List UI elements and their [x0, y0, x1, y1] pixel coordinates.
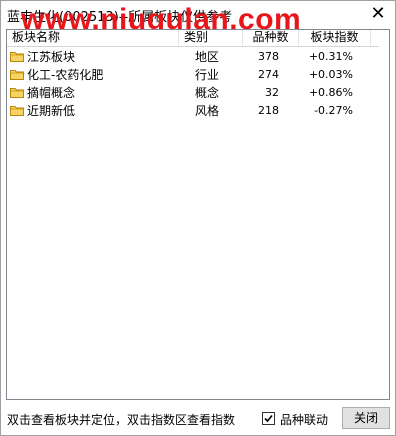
board-index-change: +0.31%: [308, 50, 353, 63]
table-row[interactable]: 江苏板块 地区 378 +0.31%: [7, 48, 379, 66]
close-button[interactable]: 关闭: [342, 407, 390, 429]
board-type: 行业: [195, 68, 220, 82]
board-name: 江苏板块: [27, 50, 76, 64]
linkage-checkbox[interactable]: [262, 412, 275, 425]
column-header-type[interactable]: 类别: [179, 30, 243, 46]
board-type: 地区: [195, 50, 220, 64]
folder-icon: [10, 88, 24, 98]
board-name: 摘帽概念: [27, 86, 76, 100]
dialog-window: 蓝丰生化(002513)--所属板块仅供参考 www.niugulan.com …: [0, 0, 396, 436]
board-index-change: +0.86%: [308, 86, 353, 99]
hint-text: 双击查看板块并定位，双击指数区查看指数: [7, 413, 236, 427]
list-header: 板块名称 类别 品种数 板块指数: [7, 30, 379, 47]
board-name: 近期新低: [27, 104, 76, 118]
board-count: 218: [258, 104, 279, 117]
column-header-name[interactable]: 板块名称: [7, 30, 179, 46]
board-name: 化工-农药化肥: [27, 68, 104, 82]
table-row[interactable]: 化工-农药化肥 行业 274 +0.03%: [7, 66, 379, 84]
board-list[interactable]: 板块名称 类别 品种数 板块指数 江苏板块 地区 378 +0.31% 化工-农药化肥 行…: [6, 29, 390, 400]
close-icon[interactable]: ✕: [369, 5, 387, 23]
board-count: 378: [258, 50, 279, 63]
board-count: 32: [265, 86, 279, 99]
linkage-checkbox-label[interactable]: 品种联动: [280, 411, 328, 428]
checkmark-icon: [264, 414, 273, 423]
table-row[interactable]: 近期新低 风格 218 -0.27%: [7, 102, 379, 120]
board-type: 风格: [195, 104, 220, 118]
board-index-change: +0.03%: [308, 68, 353, 81]
board-type: 概念: [195, 86, 220, 100]
folder-icon: [10, 106, 24, 116]
folder-icon: [10, 70, 24, 80]
board-count: 274: [258, 68, 279, 81]
folder-icon: [10, 52, 24, 62]
column-header-index[interactable]: 板块指数: [299, 30, 371, 46]
table-row[interactable]: 摘帽概念 概念 32 +0.86%: [7, 84, 379, 102]
column-header-count[interactable]: 品种数: [243, 30, 299, 46]
board-index-change: -0.27%: [314, 104, 353, 117]
title-bar: 蓝丰生化(002513)--所属板块仅供参考 www.niugulan.com …: [1, 1, 395, 36]
